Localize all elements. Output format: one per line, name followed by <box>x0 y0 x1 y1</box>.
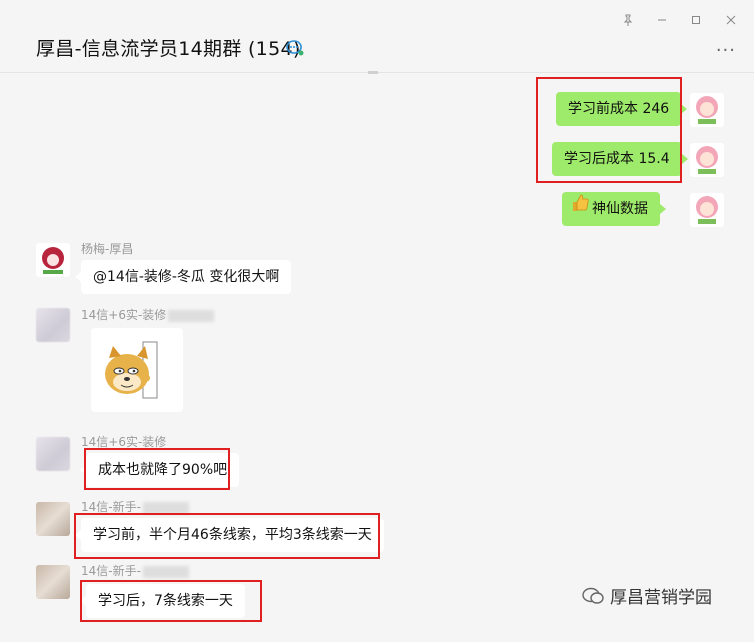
watermark-text: 厚昌营销学园 <box>610 588 712 608</box>
close-icon[interactable] <box>724 14 738 28</box>
scroll-indicator <box>368 71 378 74</box>
highlight-box <box>74 513 380 559</box>
highlight-box <box>80 580 262 622</box>
highlight-box <box>84 448 230 490</box>
highlight-box <box>536 77 682 183</box>
avatar[interactable] <box>690 143 724 177</box>
message-bubble[interactable]: 神仙数据 <box>562 192 666 226</box>
more-options-icon[interactable]: ··· <box>716 40 736 61</box>
chat-bubble-icon[interactable] <box>285 39 305 57</box>
avatar[interactable] <box>36 565 70 599</box>
avatar[interactable] <box>36 502 70 536</box>
thumbs-up-icon <box>570 192 590 226</box>
avatar[interactable] <box>36 437 70 471</box>
doge-peek-sticker[interactable] <box>91 328 183 412</box>
avatar[interactable] <box>690 193 724 227</box>
message-bubble[interactable]: @14信-装修-冬瓜 变化很大啊 <box>74 260 292 294</box>
avatar[interactable] <box>36 308 70 342</box>
avatar[interactable] <box>690 93 724 127</box>
maximize-icon[interactable] <box>689 14 703 28</box>
sender-name: 杨梅-厚昌 <box>81 242 134 256</box>
message-text: 神仙数据 <box>592 201 648 217</box>
chat-title: 厚昌-信息流学员14期群 (154) <box>36 38 301 60</box>
minimize-icon[interactable] <box>655 14 669 28</box>
pin-icon[interactable] <box>621 14 635 28</box>
sender-name: 14信-新手- <box>81 562 189 579</box>
watermark: 厚昌营销学园 <box>582 583 712 610</box>
wechat-official-icon <box>582 587 604 610</box>
avatar[interactable] <box>36 243 70 277</box>
sender-name: 14信+6实-装修 <box>81 306 215 323</box>
chat-header: 厚昌-信息流学员14期群 (154) ··· <box>0 0 754 73</box>
